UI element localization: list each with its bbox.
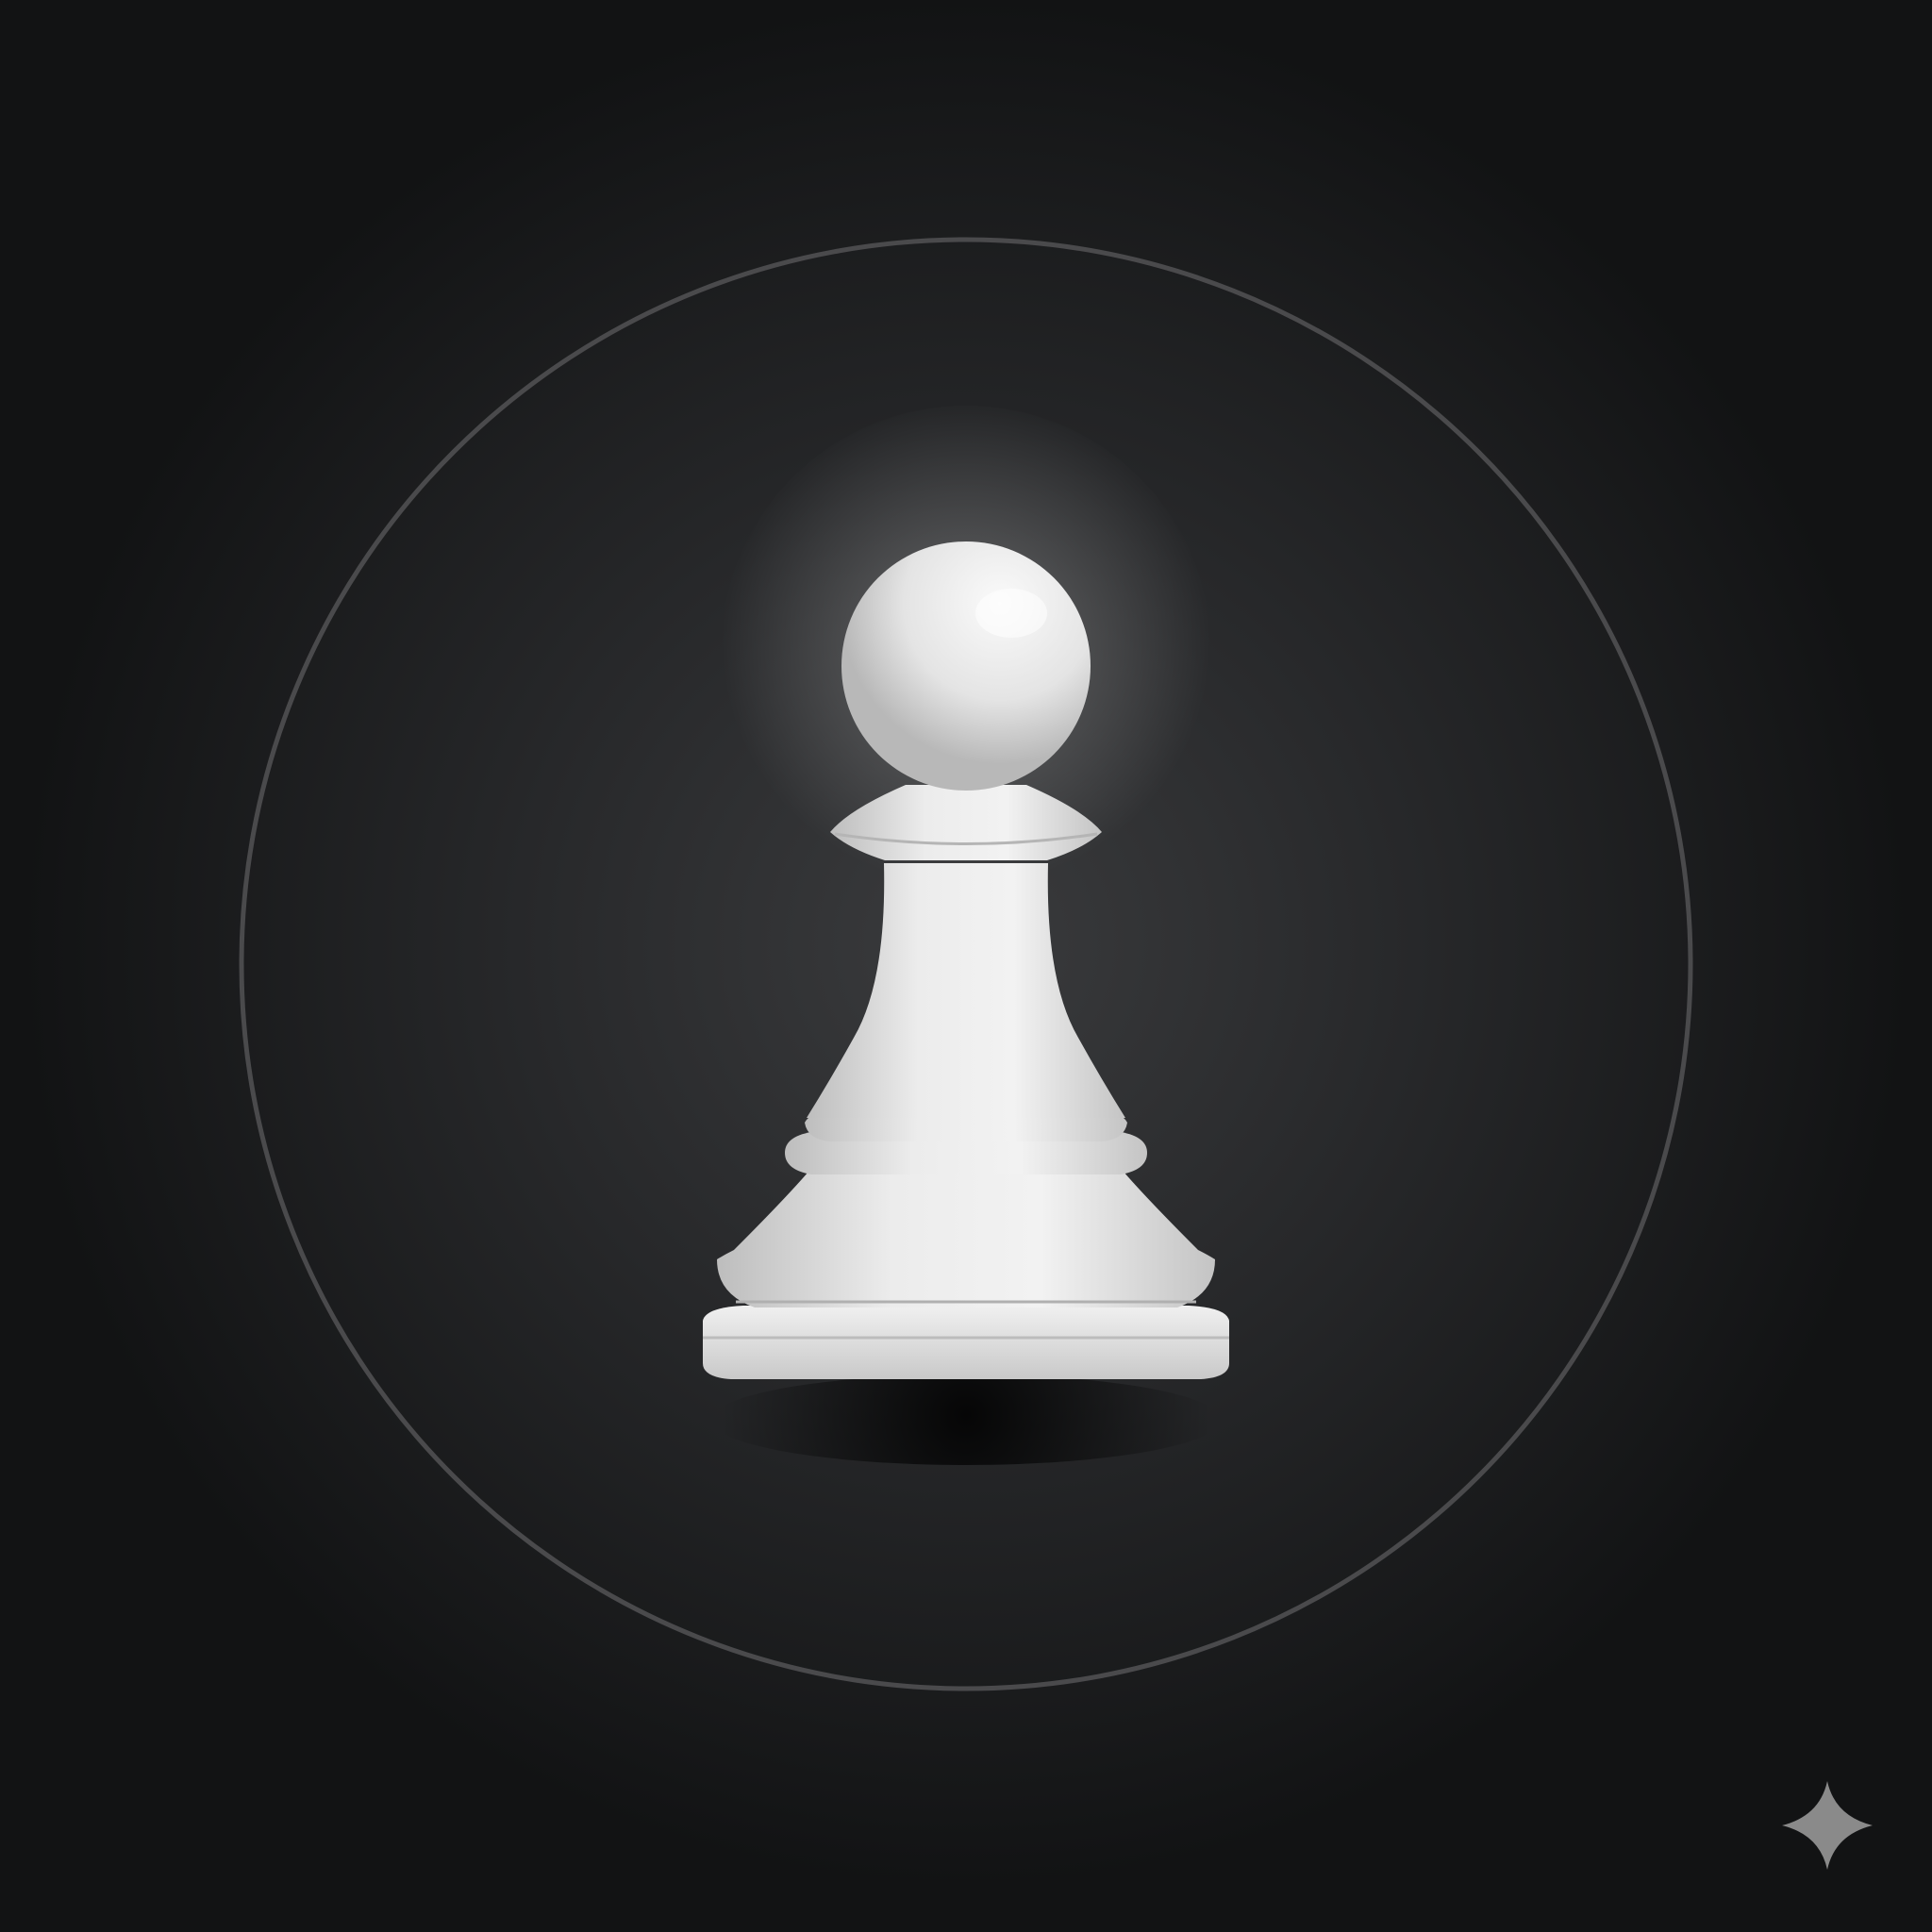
- pawn-head: [841, 541, 1091, 791]
- pawn-shadow: [711, 1374, 1221, 1465]
- pawn-base-plate: [703, 1306, 1229, 1379]
- scene: [0, 0, 1932, 1932]
